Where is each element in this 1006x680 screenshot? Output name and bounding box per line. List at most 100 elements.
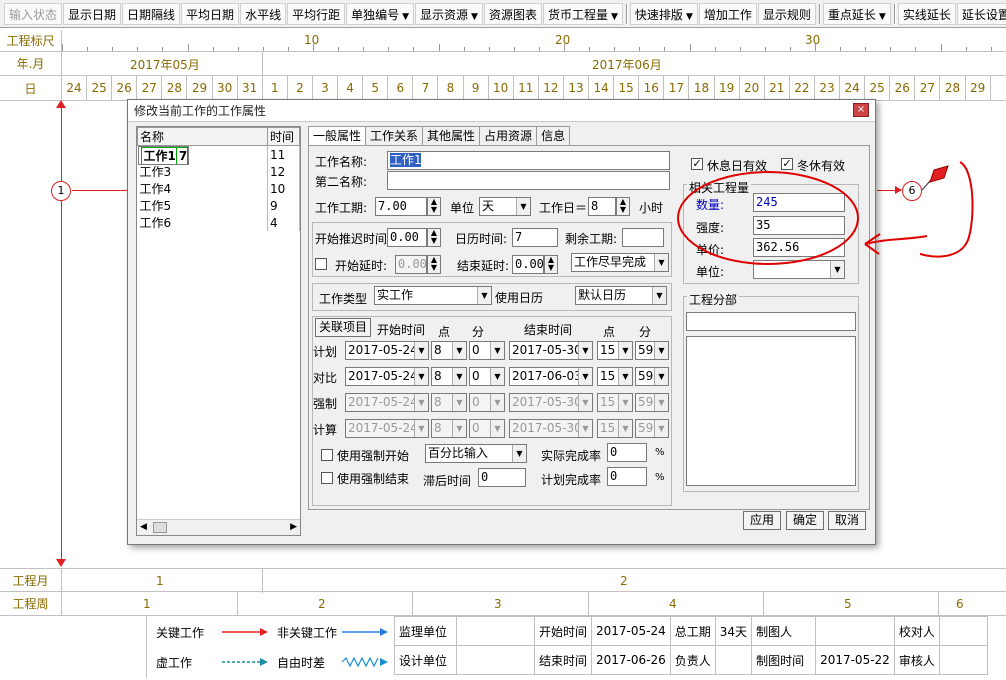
toolbar-button[interactable]: 延长设置 [956,2,1006,25]
compare-end-hour[interactable]: 15 ▼ [597,367,633,386]
percent-input-select[interactable]: 百分比输入 ▼ [425,444,527,463]
cancel-button[interactable]: 取消 [828,511,866,530]
force-end-minute[interactable]: 59 ▼ [635,393,669,412]
toolbar-button[interactable]: 平均行距 [287,2,346,25]
workday-spinner[interactable]: ▲ ▼ [616,197,630,216]
toolbar-button[interactable]: 货币工程量 ▼ [542,2,623,25]
chevron-down-icon: ▼ [490,394,504,411]
plan-start-hour[interactable]: 8 ▼ [431,341,467,360]
compare-row-label: 对比 [313,371,338,385]
list-item[interactable]: 工作3 12 [137,163,300,180]
toolbar-button[interactable]: 平均日期 [181,2,240,25]
duration-input[interactable]: 7.00 [375,197,427,216]
plan-start-date[interactable]: 2017-05-24 ▼ [345,341,429,360]
work-name-input[interactable]: 工作1 [387,151,670,170]
calc-end-hour[interactable]: 15 ▼ [597,419,633,438]
second-name-input[interactable] [387,171,670,190]
dialog-titlebar[interactable]: 修改当前工作的工作属性 × [128,100,875,122]
planned-rate-label: 计划完成率 [541,473,602,487]
compare-start-date[interactable]: 2017-05-24 ▼ [345,367,429,386]
toolbar-button[interactable]: 输入状态 [4,2,63,25]
start-lag-input[interactable]: 0.00 [395,255,427,274]
apply-button[interactable]: 应用 [743,511,781,530]
link-project-button[interactable]: 关联项目 [315,318,371,337]
toolbar-button[interactable]: 水平线 [240,2,287,25]
finish-mode-select[interactable]: 工作尽早完成 ▼ [571,253,669,272]
force-start-checkbox[interactable] [321,449,333,461]
tab-0[interactable]: 一般属性 [308,126,367,146]
planned-rate-input[interactable]: 0 [607,467,647,486]
force-end-date[interactable]: 2017-05-30 ▼ [509,393,593,412]
list-item[interactable]: 工作1 7 [137,146,190,165]
node-1[interactable]: 1 [51,181,71,201]
month-may: 2017年05月 [130,58,200,72]
delay-spinner[interactable]: ▲ ▼ [427,228,441,247]
ruler-tick [789,47,791,51]
calc-end-minute[interactable]: 59 ▼ [635,419,669,438]
remaining-input[interactable] [622,228,664,247]
plan-start-minute[interactable]: 0 ▼ [469,341,505,360]
end-lag-input[interactable]: 0.00 [512,255,544,274]
calc-start-date[interactable]: 2017-05-24 ▼ [345,419,429,438]
force-start-hour[interactable]: 8 ▼ [431,393,467,412]
calc-start-hour[interactable]: 8 ▼ [431,419,467,438]
calc-start-minute[interactable]: 0 ▼ [469,419,505,438]
scroll-right-icon[interactable]: ▶ [290,522,297,532]
list-item[interactable]: 工作4 10 [137,180,300,197]
ruler-tick [388,47,390,51]
compare-end-date[interactable]: 2017-06-03 ▼ [509,367,593,386]
toolbar-button[interactable]: 实线延长 [897,2,956,25]
type-select[interactable]: 实工作 ▼ [374,286,492,305]
scroll-thumb[interactable] [153,522,167,533]
toolbar-button[interactable]: 增加工作 [698,2,757,25]
end-lag-spinner[interactable]: ▲ ▼ [544,255,558,274]
tab-4[interactable]: 信息 [536,126,571,146]
workday-input[interactable]: 8 [588,197,616,216]
tab-2[interactable]: 其他属性 [422,126,481,146]
lag-time-input[interactable]: 0 [478,468,526,487]
compare-start-hour[interactable]: 8 ▼ [431,367,467,386]
plan-end-hour[interactable]: 15 ▼ [597,341,633,360]
toolbar-button[interactable]: 显示资源 ▼ [415,2,483,25]
tab-3[interactable]: 占用资源 [479,126,538,146]
toolbar-button[interactable]: 重点延长 ▼ [822,2,891,25]
dialog-title: 修改当前工作的工作属性 [134,104,267,118]
delay-input[interactable]: 0.00 [387,228,427,247]
list-item[interactable]: 工作5 9 [137,197,300,214]
duration-spinner[interactable]: ▲ ▼ [427,197,441,216]
col-time-header[interactable]: 时间 [267,127,300,146]
close-icon[interactable]: × [853,103,869,117]
plan-end-date[interactable]: 2017-05-30 ▼ [509,341,593,360]
work-list[interactable]: 名称 时间 工作17工作211工作312工作410工作59工作64 ◀ ▶ [136,126,301,536]
compare-end-minute[interactable]: 59 ▼ [635,367,669,386]
toolbar-button[interactable]: 显示规则 [757,2,816,25]
start-lag-checkbox[interactable] [315,258,327,270]
force-start-date[interactable]: 2017-05-24 ▼ [345,393,429,412]
calendar-select[interactable]: 默认日历 ▼ [575,286,667,305]
plan-end-minute[interactable]: 59 ▼ [635,341,669,360]
chevron-down-icon: ▼ [611,11,618,22]
toolbar-button[interactable]: 资源图表 [483,2,542,25]
list-hscrollbar[interactable]: ◀ ▶ [137,519,300,535]
force-start-minute[interactable]: 0 ▼ [469,393,505,412]
calc-end-date[interactable]: 2017-05-30 ▼ [509,419,593,438]
actual-rate-input[interactable]: 0 [607,443,647,462]
list-item[interactable]: 工作6 4 [137,214,300,231]
scroll-left-icon[interactable]: ◀ [140,522,147,532]
toolbar-button[interactable]: 显示日期 [63,2,122,25]
calendar-time-input[interactable]: 7 [512,228,558,247]
toolbar-button[interactable]: 日期隔线 [122,2,181,25]
division-list[interactable] [686,336,856,486]
start-lag-spinner[interactable]: ▲ ▼ [427,255,441,274]
toolbar-button[interactable]: 单独编号 ▼ [346,2,415,25]
division-input[interactable] [686,312,856,331]
unit-select[interactable]: 天 ▼ [479,197,531,216]
col-name-header[interactable]: 名称 [137,127,268,146]
day-cell: 8 [439,76,464,100]
tab-1[interactable]: 工作关系 [365,126,424,146]
compare-start-minute[interactable]: 0 ▼ [469,367,505,386]
force-end-checkbox[interactable] [321,472,333,484]
force-end-hour[interactable]: 15 ▼ [597,393,633,412]
toolbar-button[interactable]: 快速排版 ▼ [629,2,698,25]
ok-button[interactable]: 确定 [786,511,824,530]
